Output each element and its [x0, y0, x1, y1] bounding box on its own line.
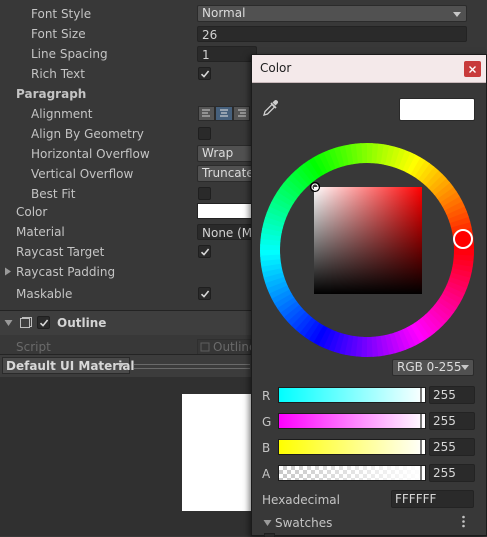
- color-mode-value: RGB 0-255: [397, 360, 462, 374]
- alignment-buttons: [198, 106, 252, 122]
- channel-r-field[interactable]: 255: [429, 386, 475, 404]
- resize-handle[interactable]: [134, 364, 250, 369]
- channel-g-label: G: [262, 415, 272, 429]
- align-right-button[interactable]: [233, 106, 250, 121]
- color-picker-title: Color: [260, 61, 292, 75]
- foldout-arrow-icon[interactable]: [4, 267, 12, 276]
- slider-handle[interactable]: [420, 440, 422, 454]
- saturation-value-shade: [314, 187, 422, 294]
- material-preview-dropdown[interactable]: Default UI Material: [2, 357, 135, 374]
- color-picker-window: Color RGB 0-255 R 255 G 255 B 255 A 255 …: [251, 54, 487, 537]
- swatches-label[interactable]: Swatches: [275, 516, 332, 530]
- color-field[interactable]: [197, 203, 257, 219]
- raycast-target-checkbox[interactable]: [198, 245, 211, 258]
- material-label: Material: [16, 225, 65, 239]
- foldout-arrow-down-icon[interactable]: [4, 319, 13, 327]
- chevron-down-icon: [453, 12, 461, 17]
- rich-text-label: Rich Text: [31, 67, 85, 81]
- outline-title: Outline: [57, 316, 107, 330]
- font-style-dropdown[interactable]: Normal: [197, 5, 467, 22]
- raycast-target-label: Raycast Target: [16, 245, 105, 259]
- channel-b-slider[interactable]: [278, 439, 426, 455]
- material-field[interactable]: None (Ma: [197, 224, 257, 240]
- close-icon: [469, 66, 476, 73]
- close-button[interactable]: [464, 61, 481, 77]
- more-options-icon[interactable]: [461, 515, 466, 528]
- slider-handle[interactable]: [420, 388, 422, 402]
- hue-cursor[interactable]: [453, 229, 473, 249]
- material-preview-swatch: [182, 394, 251, 511]
- paragraph-header: Paragraph: [16, 87, 87, 101]
- raycast-padding-label[interactable]: Raycast Padding: [16, 265, 115, 279]
- chevron-down-icon: [461, 365, 469, 370]
- script-value: Outline: [213, 340, 257, 354]
- align-center-icon: [220, 109, 228, 117]
- material-preview-toolbar: Default UI Material: [0, 354, 251, 378]
- channel-a-field[interactable]: 255: [429, 464, 475, 482]
- align-center-button[interactable]: [215, 106, 233, 121]
- script-label: Script: [16, 340, 51, 354]
- script-field: Outline: [197, 339, 256, 355]
- hue-wheel[interactable]: [259, 142, 475, 358]
- vertical-overflow-label: Vertical Overflow: [31, 167, 134, 181]
- script-file-icon: [200, 342, 210, 352]
- maskable-checkbox[interactable]: [198, 287, 211, 300]
- current-color-preview[interactable]: [399, 98, 475, 121]
- hexadecimal-label: Hexadecimal: [262, 493, 340, 507]
- checkmark-icon: [200, 248, 210, 256]
- horizontal-overflow-label: Horizontal Overflow: [31, 147, 150, 161]
- outline-enabled-checkbox[interactable]: [37, 316, 50, 329]
- align-geometry-label: Align By Geometry: [31, 127, 144, 141]
- font-size-label: Font Size: [31, 27, 86, 41]
- line-spacing-field[interactable]: 1: [197, 46, 257, 62]
- channel-a-slider[interactable]: [278, 465, 426, 481]
- channel-b-label: B: [262, 441, 271, 455]
- checkmark-icon: [200, 290, 210, 298]
- line-spacing-label: Line Spacing: [31, 47, 108, 61]
- best-fit-checkbox[interactable]: [198, 187, 211, 200]
- align-left-icon: [202, 109, 210, 117]
- channel-a-label: A: [262, 467, 271, 481]
- font-size-field[interactable]: 26: [197, 26, 467, 42]
- foldout-arrow-down-icon[interactable]: [263, 519, 272, 527]
- channel-g-field[interactable]: 255: [429, 412, 475, 430]
- channel-b-field[interactable]: 255: [429, 438, 475, 456]
- maskable-label: Maskable: [16, 287, 73, 301]
- channel-r-slider[interactable]: [278, 387, 426, 403]
- color-label: Color: [16, 205, 48, 219]
- align-geometry-checkbox[interactable]: [198, 127, 211, 140]
- color-mode-dropdown[interactable]: RGB 0-255: [392, 359, 474, 376]
- slider-handle[interactable]: [420, 414, 422, 428]
- material-preview-area: [0, 377, 251, 536]
- checkmark-icon: [200, 70, 210, 78]
- rich-text-checkbox[interactable]: [198, 67, 211, 80]
- alignment-label: Alignment: [31, 107, 93, 121]
- channel-r-label: R: [262, 389, 271, 403]
- checkmark-icon: [39, 319, 49, 327]
- component-script-icon: [20, 317, 32, 328]
- vertical-overflow-dropdown[interactable]: Truncate: [197, 165, 257, 182]
- slider-handle[interactable]: [420, 466, 422, 480]
- hexadecimal-field[interactable]: FFFFFF: [391, 490, 474, 508]
- color-picker-titlebar[interactable]: Color: [252, 55, 486, 83]
- outline-component-header[interactable]: Outline: [0, 311, 251, 335]
- font-style-label: Font Style: [31, 7, 92, 21]
- font-style-value: Normal: [202, 6, 246, 20]
- best-fit-label: Best Fit: [31, 187, 76, 201]
- align-right-icon: [238, 109, 246, 117]
- material-preview-label: Default UI Material: [6, 359, 135, 373]
- align-left-button[interactable]: [198, 106, 215, 121]
- eyedropper-icon[interactable]: [262, 99, 280, 117]
- chevron-down-icon: [117, 363, 125, 368]
- horizontal-overflow-dropdown[interactable]: Wrap: [197, 145, 257, 162]
- channel-g-slider[interactable]: [278, 413, 426, 429]
- hue-segment[interactable]: [453, 248, 474, 256]
- swatch-preset[interactable]: [264, 533, 275, 537]
